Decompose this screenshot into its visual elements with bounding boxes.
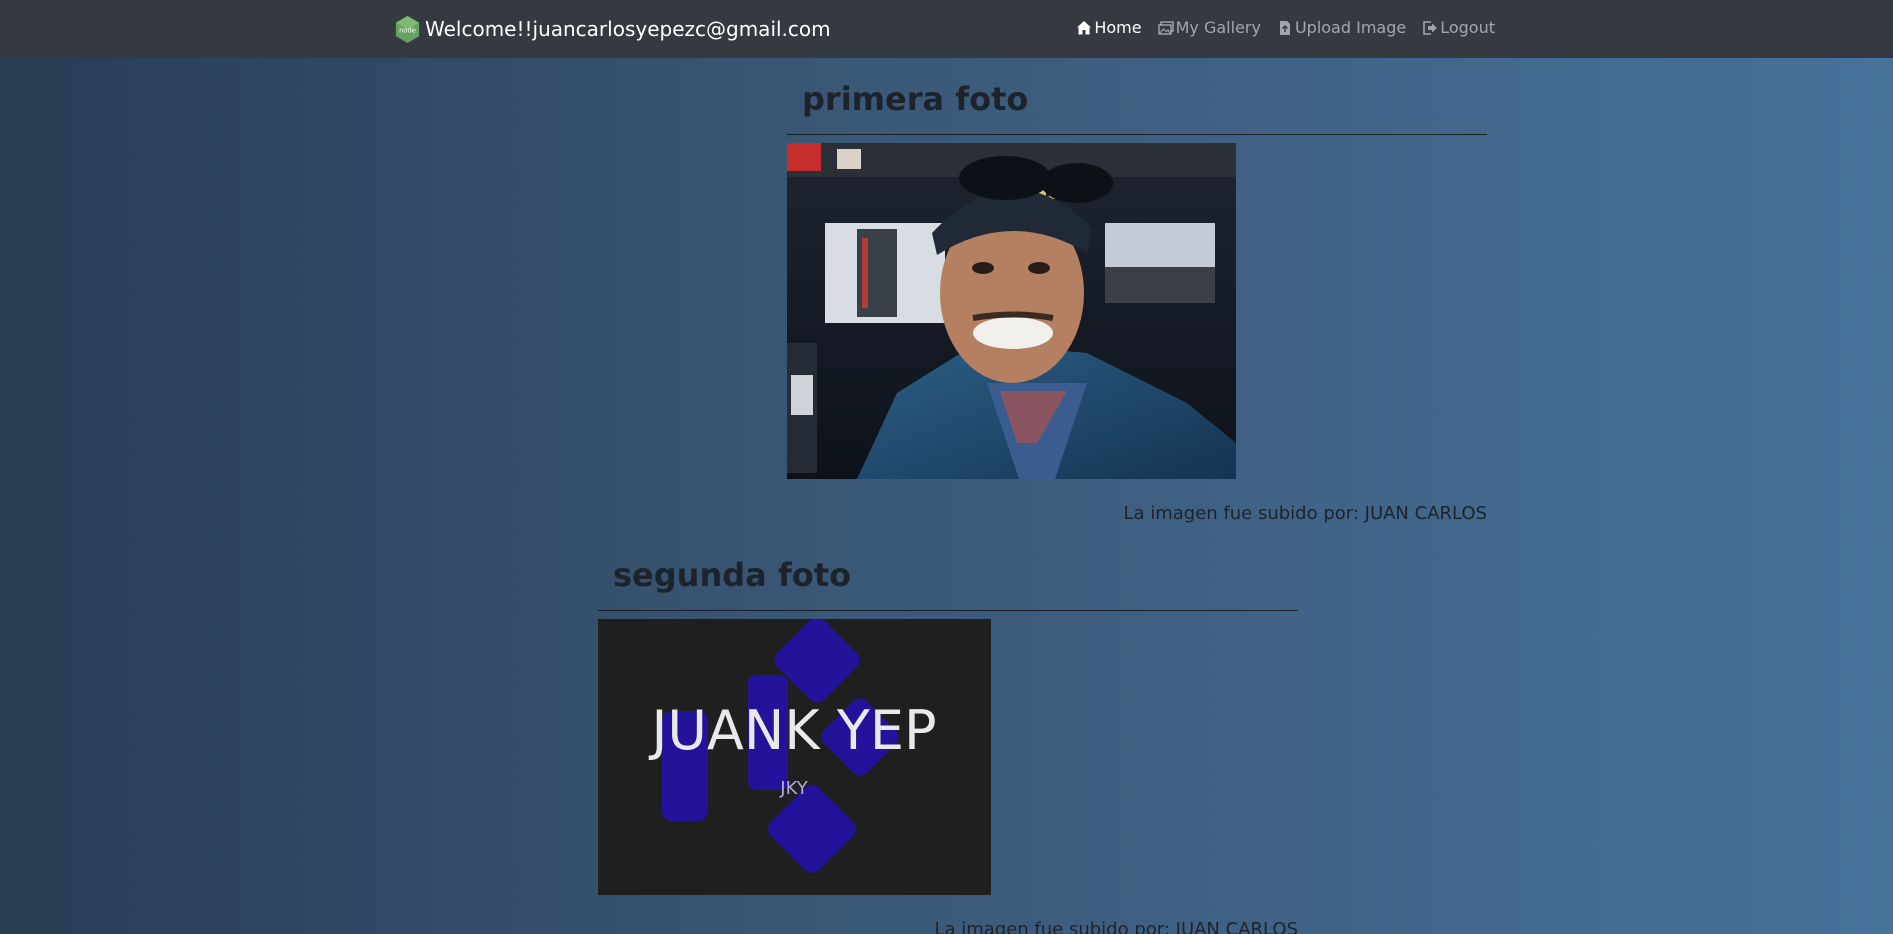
post-card: segunda foto JUANK YEP JKY La imagen fue… <box>598 534 1298 934</box>
svg-text:node: node <box>399 26 416 34</box>
brand-text: Welcome!!juancarlosyepezc@gmail.com <box>425 17 831 41</box>
nav-home-label: Home <box>1094 18 1142 37</box>
post-photo-logo[interactable]: JUANK YEP JKY <box>598 619 991 895</box>
nodejs-logo-icon: node <box>395 15 420 43</box>
post-caption: La imagen fue subido por: JUAN CARLOS <box>934 919 1298 934</box>
logout-icon <box>1423 20 1438 35</box>
nav-upload-link[interactable]: Upload Image <box>1277 18 1406 37</box>
post-title: primera foto <box>787 58 1487 135</box>
brand-link[interactable]: node Welcome!!juancarlosyepezc@gmail.com <box>393 14 831 44</box>
nav-upload-label: Upload Image <box>1294 18 1407 37</box>
post-title: segunda foto <box>598 534 1298 611</box>
post-card: primera foto La imagen fue subido por: J… <box>787 58 1487 524</box>
home-icon <box>1077 20 1092 34</box>
post-caption: La imagen fue subido por: JUAN CARLOS <box>1123 503 1487 524</box>
post-photo-portrait[interactable] <box>787 143 1236 479</box>
nav-gallery-link[interactable]: My Gallery <box>1157 18 1261 37</box>
nav-home-link[interactable]: Home <box>1076 18 1142 37</box>
nav-logout-link[interactable]: Logout <box>1422 18 1495 37</box>
logo-title-text: JUANK YEP <box>648 699 936 762</box>
gallery-icon <box>1157 20 1174 35</box>
logo-subtitle-text: JKY <box>779 778 808 799</box>
nav-logout-label: Logout <box>1440 18 1495 37</box>
file-upload-icon <box>1279 20 1290 35</box>
nav-gallery-label: My Gallery <box>1175 18 1261 37</box>
nav-links: Home My Gallery Upload Image Logout <box>1076 18 1495 37</box>
top-navbar: node Welcome!!juancarlosyepezc@gmail.com… <box>0 0 1893 58</box>
